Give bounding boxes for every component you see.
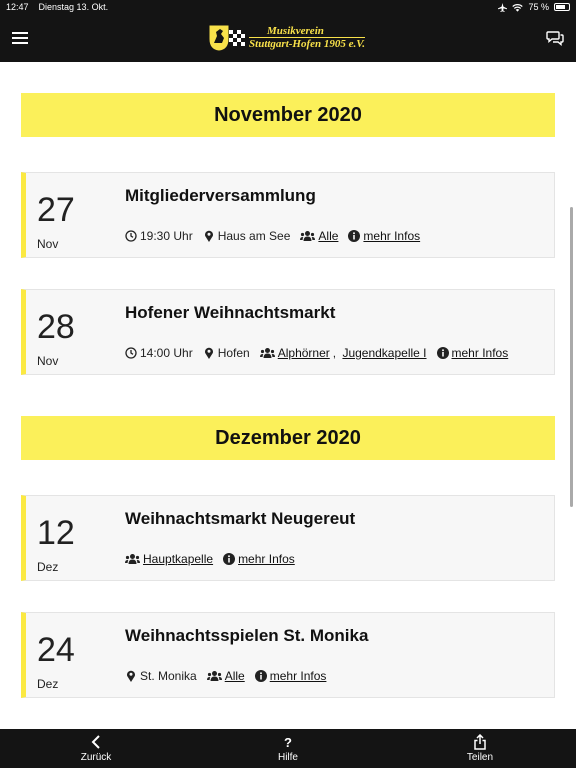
logo-line-1: Musikverein — [267, 25, 324, 37]
event-time: 14:00 Uhr — [140, 346, 193, 360]
more-info-link[interactable]: mehr Infos — [270, 669, 327, 683]
status-bar: 12:47 Dienstag 13. Okt. 75 % — [0, 0, 576, 14]
event-place: Haus am See — [217, 229, 291, 243]
group-link[interactable]: Hauptkapelle — [143, 552, 213, 566]
top-nav-bar: Musikverein Stuttgart-Hofen 1905 e.V. — [0, 14, 576, 62]
menu-icon[interactable] — [12, 32, 28, 44]
event-month: Dez — [37, 560, 59, 574]
event-month: Nov — [37, 354, 59, 368]
help-label: Hilfe — [277, 752, 298, 763]
event-title: Hofener Weihnachtsmarkt — [125, 303, 336, 322]
group-link[interactable]: Jugendkapelle I — [342, 346, 426, 360]
map-marker-icon — [204, 230, 213, 242]
event-card[interactable]: 24 Dez Weihnachtsspielen St. Monika St. … — [21, 612, 555, 698]
wifi-icon — [512, 3, 524, 12]
group-link[interactable]: Alle — [318, 229, 338, 243]
back-button[interactable]: Zurück — [46, 734, 146, 763]
users-icon — [125, 554, 140, 564]
group-link[interactable]: Alle — [225, 669, 245, 683]
group-link[interactable]: Alphörner — [278, 346, 330, 360]
status-date: Dienstag 13. Okt. — [38, 2, 109, 12]
event-day: 24 — [37, 631, 75, 669]
event-title: Mitgliederversammlung — [125, 186, 316, 205]
event-title: Weihnachtsspielen St. Monika — [125, 626, 369, 645]
event-month: Dez — [37, 677, 59, 691]
info-icon — [348, 230, 361, 242]
chevron-left-icon — [91, 735, 100, 749]
battery-percent: 75 % — [528, 2, 549, 12]
info-icon — [436, 347, 449, 359]
map-marker-icon — [204, 347, 213, 359]
status-time: 12:47 — [6, 2, 29, 12]
clock-icon — [125, 230, 137, 242]
more-info-link[interactable]: mehr Infos — [452, 346, 509, 360]
event-list[interactable]: November 2020 27 Nov Mitgliederversammlu… — [0, 62, 576, 729]
users-icon — [206, 671, 222, 681]
scrollbar[interactable] — [570, 207, 573, 507]
clock-icon — [125, 347, 137, 359]
bottom-toolbar: Zurück ? Hilfe Teilen — [0, 729, 576, 768]
event-card[interactable]: 12 Dez Weihnachtsmarkt Neugereut Hauptka… — [21, 495, 555, 581]
event-card[interactable]: 28 Nov Hofener Weihnachtsmarkt 14:00 Uhr… — [21, 289, 555, 375]
month-header: November 2020 — [21, 93, 555, 137]
users-icon — [259, 348, 275, 358]
more-info-link[interactable]: mehr Infos — [363, 229, 420, 243]
share-icon — [474, 734, 486, 750]
event-title: Weihnachtsmarkt Neugereut — [125, 509, 356, 528]
share-label: Teilen — [466, 752, 494, 763]
event-time: 19:30 Uhr — [140, 229, 193, 243]
info-icon — [254, 670, 267, 682]
event-card[interactable]: 27 Nov Mitgliederversammlung 19:30 Uhr H… — [21, 172, 555, 258]
club-logo: Musikverein Stuttgart-Hofen 1905 e.V. — [209, 25, 365, 51]
event-month: Nov — [37, 237, 59, 251]
month-header: Dezember 2020 — [21, 416, 555, 460]
question-icon: ? — [284, 734, 292, 750]
logo-line-2: Stuttgart-Hofen 1905 e.V. — [249, 37, 365, 50]
airplane-icon — [498, 2, 508, 12]
event-place: St. Monika — [140, 669, 197, 683]
more-info-link[interactable]: mehr Infos — [238, 552, 295, 566]
back-label: Zurück — [80, 752, 112, 763]
help-button[interactable]: ? Hilfe — [238, 734, 338, 764]
horse-crest-icon — [209, 25, 246, 51]
users-icon — [300, 231, 316, 241]
event-place: Hofen — [217, 346, 250, 360]
map-marker-icon — [127, 670, 135, 682]
info-icon — [223, 553, 236, 565]
event-day: 27 — [37, 191, 75, 229]
share-button[interactable]: Teilen — [430, 734, 530, 763]
event-day: 12 — [37, 514, 75, 552]
chat-icon[interactable] — [546, 30, 564, 46]
battery-icon — [554, 3, 570, 11]
event-day: 28 — [37, 308, 75, 346]
